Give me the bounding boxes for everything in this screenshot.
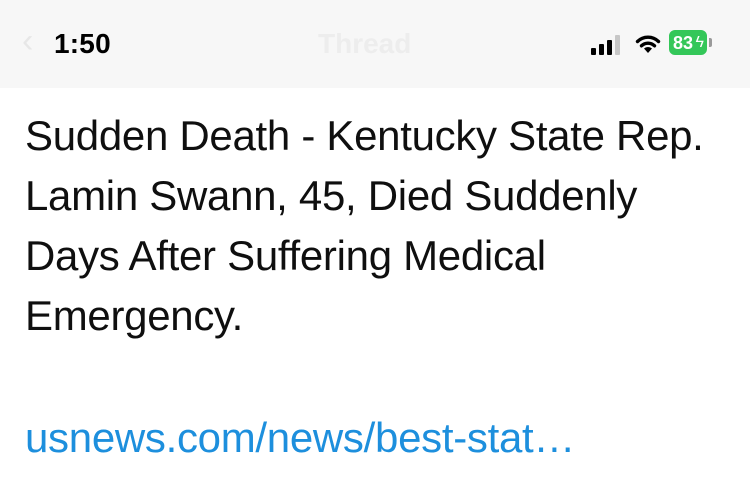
- wifi-icon: [635, 35, 661, 53]
- tweet-text: Sudden Death - Kentucky State Rep. Lamin…: [25, 112, 704, 339]
- cellular-signal-icon: [591, 35, 620, 55]
- charging-bolt-icon: ϟ: [695, 34, 704, 51]
- battery-charging-icon: 83 ϟ: [669, 30, 707, 55]
- battery-tip: [709, 38, 712, 47]
- nav-title: Thread: [318, 28, 412, 59]
- status-bar: ‹ 1:50 Thread 83 ϟ: [0, 0, 750, 88]
- battery-level: 83: [673, 33, 694, 53]
- back-chevron-icon[interactable]: ‹: [22, 24, 44, 58]
- tweet-link[interactable]: usnews.com/news/best-stat…: [25, 408, 575, 468]
- status-time: 1:50: [54, 28, 111, 59]
